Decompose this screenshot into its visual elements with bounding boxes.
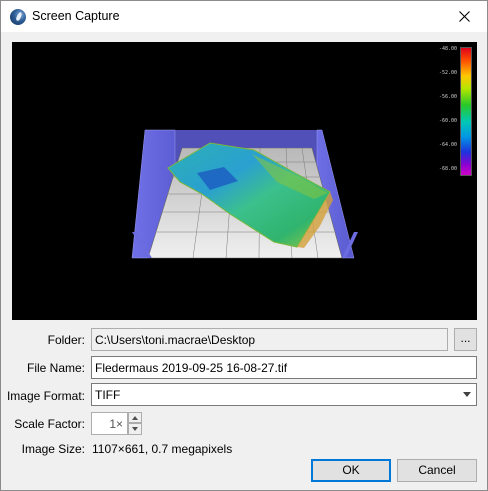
close-icon [458, 11, 470, 22]
3d-scene [131, 129, 358, 259]
folder-field[interactable]: C:\Users\toni.macrae\Desktop [91, 328, 448, 351]
scale-factor-spinbox[interactable]: 1× [91, 412, 143, 435]
colorbar-tick: -68.00 [438, 166, 457, 172]
image-size-value: 1107×661, 0.7 megapixels [92, 442, 233, 456]
app-icon [10, 9, 26, 25]
colorbar-tick: -64.00 [438, 142, 457, 148]
window-title: Screen Capture [32, 9, 120, 23]
chevron-down-icon [463, 392, 471, 397]
scale-factor-value[interactable]: 1× [91, 412, 128, 435]
title-bar: Screen Capture [1, 1, 487, 32]
cancel-button[interactable]: Cancel [397, 459, 477, 482]
depth-colorbar [460, 47, 472, 176]
capture-preview: -48.00 -52.00 -56.00 -60.00 -64.00 -68.0… [12, 42, 477, 320]
image-size-label: Image Size: [21, 442, 85, 456]
image-format-select[interactable]: TIFF [91, 383, 477, 406]
spin-up-icon[interactable] [128, 412, 142, 423]
colorbar-tick: -60.00 [438, 118, 457, 124]
image-format-label: Image Format: [6, 389, 85, 403]
image-format-value: TIFF [95, 388, 121, 402]
ok-button[interactable]: OK [311, 459, 391, 482]
colorbar-tick: -48.00 [438, 46, 457, 52]
screen-capture-dialog: Screen Capture -48.00 -52.00 -56.00 -60.… [0, 0, 488, 491]
scale-factor-label: Scale Factor: [14, 417, 85, 431]
spin-down-icon[interactable] [128, 423, 142, 435]
file-name-input[interactable]: Fledermaus 2019-09-25 16-08-27.tif [91, 356, 477, 379]
colorbar-tick: -56.00 [438, 94, 457, 100]
colorbar-tick: -52.00 [438, 70, 457, 76]
file-name-label: File Name: [26, 361, 85, 375]
browse-folder-button[interactable]: ... [454, 328, 477, 351]
close-button[interactable] [441, 1, 487, 32]
folder-label: Folder: [47, 333, 85, 347]
